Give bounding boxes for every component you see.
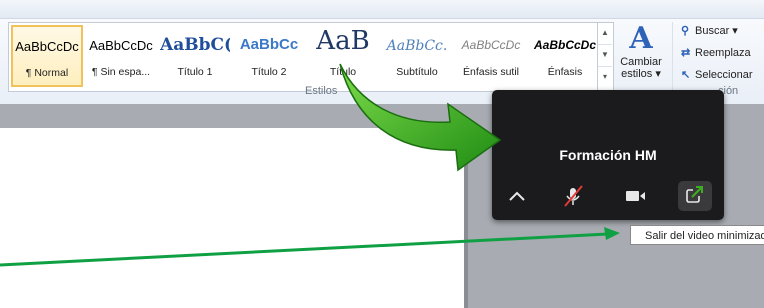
annotation-overlay	[0, 63, 620, 267]
pointer-arrowhead-annotation	[604, 227, 620, 240]
pointer-line-annotation	[0, 232, 609, 267]
curved-arrow-annotation	[339, 63, 502, 172]
